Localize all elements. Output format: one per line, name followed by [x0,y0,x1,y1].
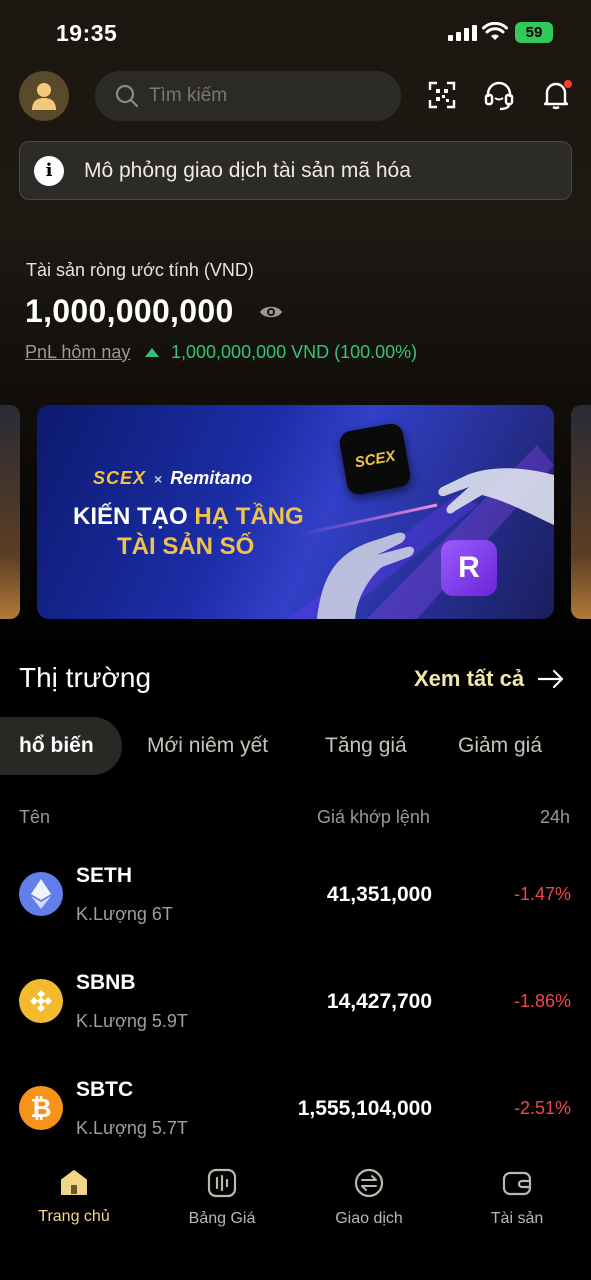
carousel-prev-card[interactable] [0,405,20,619]
see-all-label: Xem tất cả [414,666,525,691]
tab-gainers[interactable]: Tăng giá [325,717,407,775]
pnl-today-link[interactable]: PnL hôm nay [25,342,130,363]
coin-symbol: SBNB [76,971,136,994]
avatar[interactable] [19,71,69,121]
promo-headline-1a: KIẾN TẠO [73,503,195,530]
user-icon [32,83,56,110]
info-icon: i [34,155,64,186]
simulation-notice[interactable]: i Mô phỏng giao dịch tài sản mã hóa [19,141,572,200]
qr-scan-icon [428,81,456,109]
coin-price: 14,427,700 [326,990,432,1013]
arrow-right-icon [538,669,564,689]
coin-change: -1.47% [513,884,571,904]
column-header-name: Tên [19,807,51,827]
coin-volume: K.Lượng 5.7T [76,1118,188,1138]
search-placeholder: Tìm kiếm [149,85,228,106]
promo-headline-1b: HẠ TẦNG [194,503,304,530]
nav-assets[interactable]: Tài sản [457,1168,577,1228]
search-input[interactable]: Tìm kiếm [95,71,401,121]
promo-headline-2: TÀI SẢN SỐ [117,533,255,560]
promo-brand: SCEX × Remitano [93,468,252,489]
battery-icon: 59 [515,22,553,43]
notification-dot [564,80,572,88]
triangle-up-icon [145,348,159,357]
brand-separator: × [154,470,163,487]
coin-change: -1.86% [513,991,571,1011]
coin-volume: K.Lượng 5.9T [76,1011,188,1031]
exchange-icon [354,1168,384,1198]
headset-icon [484,81,514,111]
nav-assets-label: Tài sản [490,1210,544,1227]
bottom-nav: Trang chủ Bảng Giá Giao dịch Tài sản [0,1150,591,1280]
bnb-icon [19,979,63,1023]
ethereum-icon [19,872,63,916]
search-icon [115,84,139,108]
remitano-app-icon: R [441,540,497,596]
nav-home[interactable]: Trang chủ [14,1168,134,1226]
coin-price: 41,351,000 [326,883,432,906]
wallet-icon [502,1171,532,1196]
tab-new-listings[interactable]: Mới niêm yết [147,717,268,775]
pnl-value: 1,000,000,000 VND (100.00%) [171,342,418,362]
coin-volume: K.Lượng 6T [76,904,173,924]
cellular-signal-icon [448,25,477,41]
notifications-button[interactable] [539,78,573,112]
nav-home-label: Trang chủ [38,1208,110,1225]
notice-text: Mô phỏng giao dịch tài sản mã hóa [84,158,411,182]
table-row[interactable]: SETH K.Lượng 6T 41,351,000 -1.47% [0,853,591,953]
coin-change: -2.51% [513,1098,571,1118]
carousel-next-card[interactable] [571,405,591,619]
net-asset-label: Tài sản ròng ước tính (VND) [26,260,254,280]
table-row[interactable]: SBNB K.Lượng 5.9T 14,427,700 -1.86% [0,960,591,1060]
support-button[interactable] [482,78,516,112]
column-header-24h: 24h [540,807,571,827]
nav-price-board-label: Bảng Giá [188,1210,256,1227]
eye-icon[interactable] [259,302,283,322]
see-all-link[interactable]: Xem tất cả [414,666,564,692]
nav-trade[interactable]: Giao dịch [309,1168,429,1228]
status-bar: 19:35 59 [0,0,591,60]
column-header-price: Giá khớp lệnh [317,807,430,827]
coin-symbol: SETH [76,864,133,887]
status-time: 19:35 [56,20,118,46]
nav-trade-label: Giao dịch [335,1210,403,1227]
wifi-icon [482,22,508,40]
coin-symbol: SBTC [76,1078,134,1101]
net-asset-value: 1,000,000,000 [25,293,234,329]
home-icon [61,1170,87,1195]
scan-button[interactable] [425,78,459,112]
tab-popular[interactable]: hổ biến [0,717,122,775]
bitcoin-icon: ₿ [19,1086,63,1130]
market-title: Thị trường [19,662,152,693]
nav-price-board[interactable]: Bảng Giá [162,1168,282,1228]
market-tabs: hổ biến Mới niêm yết Tăng giá Giảm giá [0,717,591,775]
price-board-icon [207,1168,237,1198]
promo-banner[interactable]: SCEX × Remitano KIẾN TẠO HẠ TẦNG TÀI SẢN… [37,405,554,619]
scex-logo: SCEX [93,468,147,488]
scex-app-icon: SCEX [337,421,413,497]
promo-headline-1: KIẾN TẠO HẠ TẦNG [73,503,304,531]
coin-price: 1,555,104,000 [297,1097,432,1120]
tab-losers[interactable]: Giảm giá [458,717,542,775]
remitano-logo: Remitano [170,468,253,488]
